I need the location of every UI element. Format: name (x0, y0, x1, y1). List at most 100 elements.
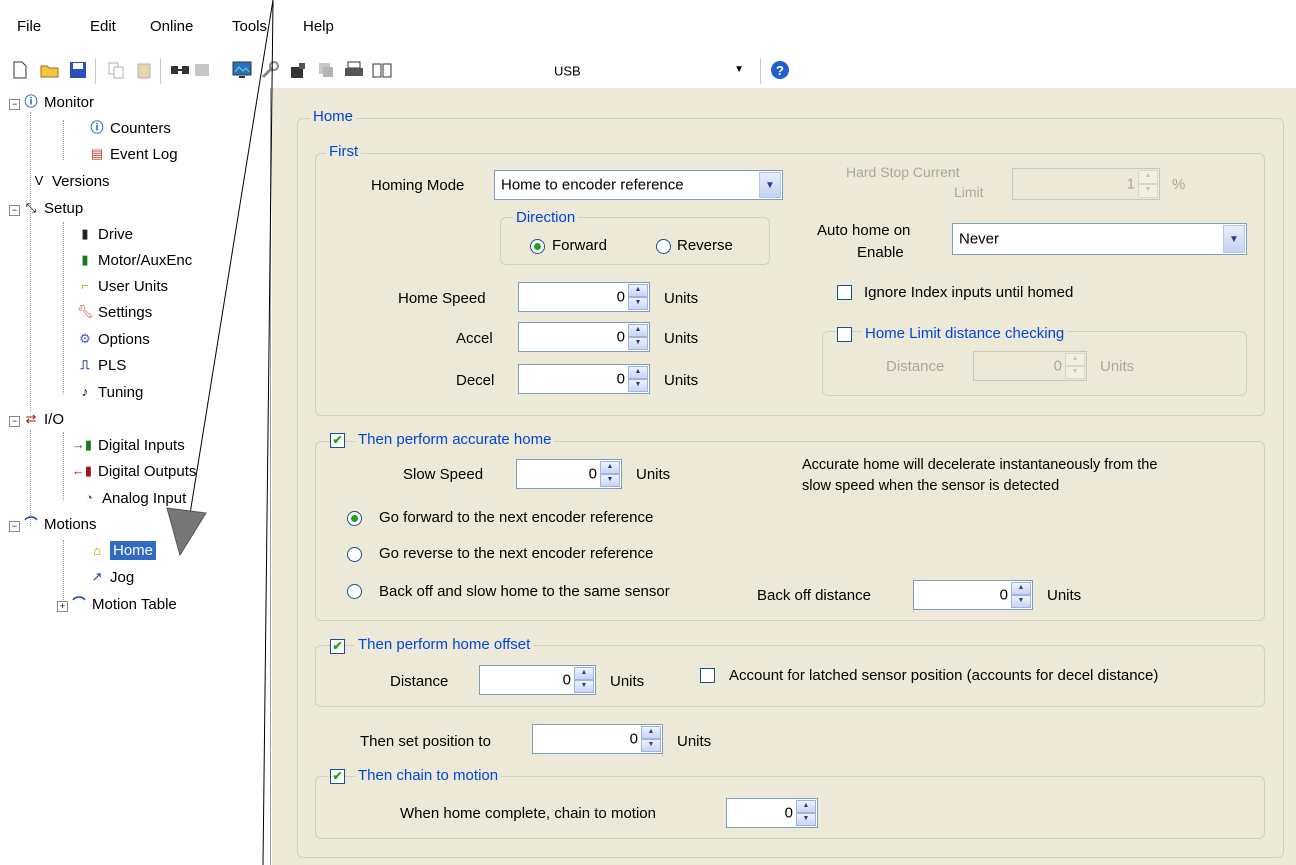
backoff-distance-spinner[interactable]: 0 ▲ ▼ (913, 580, 1033, 610)
offset-distance-spinner[interactable]: 0 ▲ ▼ (479, 665, 596, 695)
tree-item-digital-inputs[interactable]: →▮ Digital Inputs (70, 436, 185, 454)
module-icon[interactable] (194, 60, 214, 80)
accurate-forward-label: Go forward to the next encoder reference (379, 509, 654, 526)
expand-monitor-toggle[interactable]: − (9, 99, 20, 110)
tree-item-tuning[interactable]: ♪ Tuning (76, 383, 144, 401)
tree-item-options[interactable]: ⚙ Options (76, 330, 150, 348)
ignore-index-checkbox[interactable] (837, 285, 852, 300)
motor-icon: ▮ (81, 252, 89, 267)
jog-arrow-icon: ↗ (91, 569, 103, 584)
accel-units: Units (664, 330, 699, 347)
accel-spinner[interactable]: 0 ▲ ▼ (518, 322, 650, 352)
spin-down-icon[interactable]: ▼ (628, 337, 648, 350)
accurate-forward-radio[interactable] (347, 511, 362, 526)
tree-item-motion-table[interactable]: ⌒ Motion Table (70, 595, 176, 613)
spin-up-icon[interactable]: ▲ (1138, 170, 1158, 184)
spin-down-icon[interactable]: ▼ (628, 379, 648, 392)
home-limit-distance-spinner[interactable]: 0 ▲ ▼ (973, 351, 1087, 381)
spin-up-icon[interactable]: ▲ (628, 324, 648, 337)
spin-down-icon[interactable]: ▼ (628, 297, 648, 310)
tree-item-setup[interactable]: ⤡ Setup (22, 199, 83, 217)
menu-tools[interactable]: Tools (232, 18, 267, 35)
direction-reverse-radio[interactable] (656, 239, 671, 254)
printer-icon[interactable] (344, 60, 364, 80)
spin-up-icon[interactable]: ▲ (574, 667, 594, 680)
home-speed-spinner[interactable]: 0 ▲ ▼ (518, 282, 650, 312)
help-icon[interactable]: ? (770, 60, 790, 80)
accurate-home-note: Accurate home will decelerate instantane… (802, 457, 1158, 473)
gauge-icon: ◔ (85, 490, 93, 505)
expand-setup-toggle[interactable]: − (9, 205, 20, 216)
first-group-title: First (326, 143, 362, 160)
direction-forward-radio[interactable] (530, 239, 545, 254)
tree-item-jog[interactable]: ↗ Jog (88, 568, 135, 586)
menu-edit[interactable]: Edit (90, 18, 116, 35)
accurate-reverse-radio[interactable] (347, 547, 362, 562)
tree-item-motor[interactable]: ▮ Motor/AuxEnc (76, 251, 192, 269)
menu-help[interactable]: Help (303, 18, 334, 35)
tree-item-monitor[interactable]: ⓘ Monitor (22, 93, 94, 111)
expand-motions-toggle[interactable]: − (9, 521, 20, 532)
tree-item-digital-outputs[interactable]: ←▮ Digital Outputs (70, 462, 196, 480)
paste-icon[interactable] (134, 60, 154, 80)
homing-mode-select[interactable]: Home to encoder reference ▼ (494, 170, 783, 200)
download-icon[interactable] (316, 60, 336, 80)
tree-item-analog-input[interactable]: ◔ Analog Input (80, 489, 186, 507)
spin-up-icon[interactable]: ▲ (796, 800, 816, 813)
upload-icon[interactable] (288, 60, 308, 80)
spin-up-icon[interactable]: ▲ (628, 366, 648, 379)
spin-down-icon[interactable]: ▼ (1065, 366, 1085, 379)
spin-down-icon[interactable]: ▼ (1138, 184, 1158, 198)
tree-item-counters[interactable]: ⓘ Counters (88, 119, 170, 137)
spin-up-icon[interactable]: ▲ (641, 726, 661, 739)
tree-item-motions[interactable]: ⌒ Motions (22, 515, 96, 533)
decel-spinner[interactable]: 0 ▲ ▼ (518, 364, 650, 394)
menu-online[interactable]: Online (150, 18, 193, 35)
direction-reverse-label: Reverse (677, 237, 733, 254)
spin-up-icon[interactable]: ▲ (628, 284, 648, 297)
spin-down-icon[interactable]: ▼ (574, 680, 594, 693)
auto-home-select[interactable]: Never ▼ (952, 223, 1247, 255)
open-folder-icon[interactable] (40, 60, 60, 80)
tree-item-event-log[interactable]: ▤ Event Log (88, 145, 178, 163)
connection-select[interactable]: USB ▼ (551, 59, 751, 83)
offset-distance-units: Units (610, 673, 645, 690)
save-icon[interactable] (68, 60, 88, 80)
book-icon[interactable] (372, 60, 392, 80)
spin-down-icon[interactable]: ▼ (600, 474, 620, 487)
slow-speed-units: Units (636, 466, 671, 483)
menu-file[interactable]: File (17, 18, 41, 35)
slow-speed-spinner[interactable]: 0 ▲ ▼ (516, 459, 622, 489)
tree-item-home[interactable]: ⌂ Home (88, 541, 157, 560)
spin-up-icon[interactable]: ▲ (600, 461, 620, 474)
expand-motion-table-toggle[interactable]: + (57, 601, 68, 612)
spin-down-icon[interactable]: ▼ (641, 739, 661, 752)
tree-item-drive[interactable]: ▮ Drive (76, 225, 133, 243)
copy-icon[interactable] (106, 60, 126, 80)
home-offset-title: Then perform home offset (355, 636, 534, 653)
expand-io-toggle[interactable]: − (9, 416, 20, 427)
set-position-spinner[interactable]: 0 ▲ ▼ (532, 724, 663, 754)
tree-item-settings[interactable]: 🔧︎ Settings (76, 303, 152, 321)
new-file-icon[interactable] (10, 60, 30, 80)
spin-up-icon[interactable]: ▲ (1065, 353, 1085, 366)
hard-stop-current-spinner[interactable]: 1 ▲ ▼ (1012, 168, 1160, 200)
spin-down-icon[interactable]: ▼ (796, 813, 816, 826)
spin-up-icon[interactable]: ▲ (1011, 582, 1031, 595)
accurate-backoff-radio[interactable] (347, 584, 362, 599)
spin-down-icon[interactable]: ▼ (1011, 595, 1031, 608)
chain-motion-spinner[interactable]: 0 ▲ ▼ (726, 798, 818, 828)
home-limit-checkbox[interactable] (837, 327, 852, 342)
tree-item-user-units[interactable]: ⌐ User Units (76, 277, 168, 295)
chain-motion-checkbox[interactable]: ✔ (330, 769, 345, 784)
backoff-distance-units: Units (1047, 587, 1082, 604)
wrench-icon[interactable] (260, 60, 280, 80)
latched-sensor-checkbox[interactable] (700, 668, 715, 683)
home-offset-checkbox[interactable]: ✔ (330, 639, 345, 654)
tree-item-pls[interactable]: ⎍ PLS (76, 356, 126, 374)
tree-item-io[interactable]: ⇄ I/O (22, 410, 64, 428)
accurate-home-checkbox[interactable]: ✔ (330, 433, 345, 448)
monitor-icon[interactable] (232, 60, 252, 80)
connect-icon[interactable] (170, 60, 190, 80)
tree-item-versions[interactable]: V Versions (30, 172, 110, 190)
